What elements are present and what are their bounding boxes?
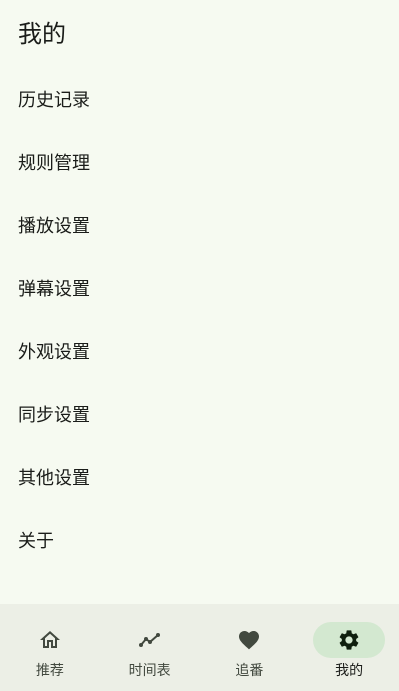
- nav-indicator: [118, 622, 182, 658]
- nav-label: 我的: [335, 663, 364, 679]
- bottom-navigation-bar: 推荐 时间表 追番 我的: [0, 604, 399, 691]
- nav-item-recommend[interactable]: 推荐: [0, 604, 100, 691]
- menu-item-history[interactable]: 历史记录: [0, 67, 399, 130]
- timeline-icon: [138, 633, 160, 647]
- menu-item-sync-settings[interactable]: 同步设置: [0, 382, 399, 445]
- page-title: 我的: [18, 20, 66, 48]
- nav-label: 追番: [235, 663, 264, 679]
- home-icon: [39, 631, 60, 648]
- menu-item-other-settings[interactable]: 其他设置: [0, 445, 399, 508]
- menu-item-playback-settings[interactable]: 播放设置: [0, 193, 399, 256]
- nav-active-indicator: [313, 622, 386, 658]
- menu-item-rules[interactable]: 规则管理: [0, 130, 399, 193]
- menu-item-danmaku-settings[interactable]: 弹幕设置: [0, 256, 399, 319]
- nav-label: 时间表: [128, 663, 171, 679]
- nav-item-mine[interactable]: 我的: [299, 604, 399, 691]
- gear-icon: [339, 630, 359, 650]
- nav-indicator: [217, 622, 281, 658]
- settings-menu-list: 历史记录 规则管理 播放设置 弹幕设置 外观设置 同步设置 其他设置 关于: [0, 67, 399, 571]
- nav-item-timetable[interactable]: 时间表: [100, 604, 200, 691]
- nav-item-following[interactable]: 追番: [200, 604, 300, 691]
- menu-item-about[interactable]: 关于: [0, 508, 399, 571]
- nav-indicator: [18, 622, 82, 658]
- nav-label: 推荐: [35, 663, 64, 679]
- menu-item-appearance-settings[interactable]: 外观设置: [0, 319, 399, 382]
- heart-icon: [239, 631, 260, 650]
